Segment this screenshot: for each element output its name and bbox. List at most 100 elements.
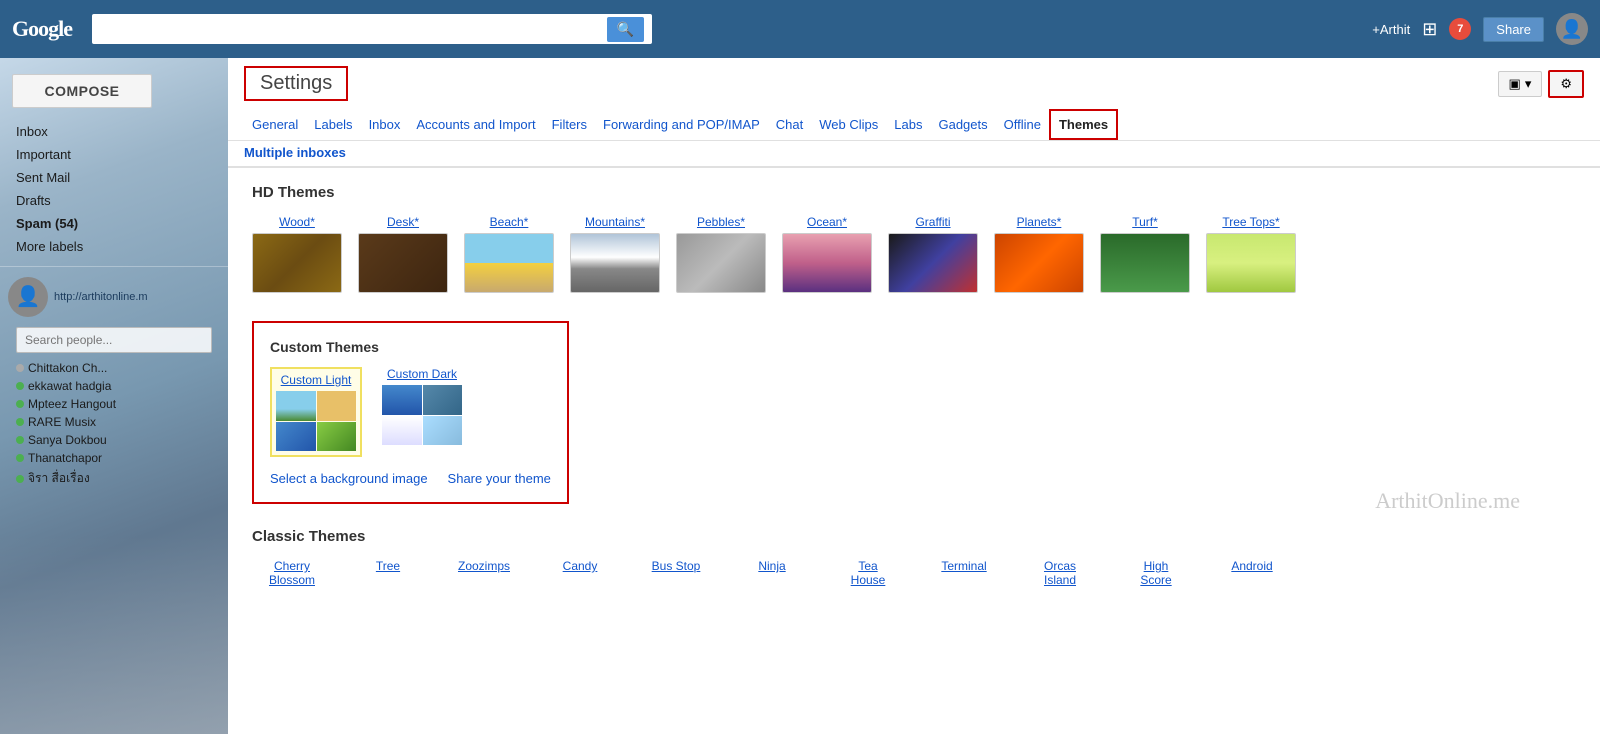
avatar[interactable]: 👤	[1556, 13, 1588, 45]
share-button[interactable]: Share	[1483, 17, 1544, 42]
classic-cherry-label: CherryBlossom	[269, 559, 315, 587]
theme-desk-thumb	[358, 233, 448, 293]
theme-wood[interactable]: Wood*	[252, 215, 342, 293]
notification-badge[interactable]: 7	[1449, 18, 1471, 40]
hd-themes-grid: Wood* Desk* Beach* Mountains* Pebbles*	[252, 215, 1576, 293]
search-input[interactable]	[100, 21, 601, 37]
tab-chat[interactable]: Chat	[768, 109, 811, 140]
classic-theme-teahouse[interactable]: TeaHouse	[828, 559, 908, 587]
theme-treetops-label: Tree Tops*	[1222, 215, 1279, 229]
theme-custom-light[interactable]: Custom Light	[270, 367, 362, 457]
sidebar-item-important[interactable]: Important	[0, 143, 228, 166]
classic-ninja-label: Ninja	[758, 559, 785, 573]
watermark: ArthitOnline.me	[1375, 488, 1520, 514]
google-bar: Google 🔍 +Arthit ⊞ 7 Share 👤	[0, 0, 1600, 58]
custom-light-label: Custom Light	[281, 373, 352, 387]
sidebar: COMPOSE Inbox Important Sent Mail Drafts…	[0, 58, 228, 734]
grid-icon[interactable]: ⊞	[1422, 19, 1437, 40]
theme-mountains[interactable]: Mountains*	[570, 215, 660, 293]
select-background-link[interactable]: Select a background image	[270, 471, 428, 486]
chevron-down-icon: ▾	[1525, 76, 1532, 92]
theme-graffiti[interactable]: Graffiti	[888, 215, 978, 293]
classic-theme-terminal[interactable]: Terminal	[924, 559, 1004, 587]
theme-mountains-label: Mountains*	[585, 215, 645, 229]
theme-desk-label: Desk*	[387, 215, 419, 229]
settings-title-bar: Settings ▣ ▾ ⚙	[228, 58, 1600, 109]
theme-wood-thumb	[252, 233, 342, 293]
classic-busstop-label: Bus Stop	[652, 559, 701, 573]
classic-theme-zoozimps[interactable]: Zoozimps	[444, 559, 524, 587]
theme-planets[interactable]: Planets*	[994, 215, 1084, 293]
tab-labels[interactable]: Labels	[306, 109, 360, 140]
theme-beach-thumb	[464, 233, 554, 293]
sidebar-item-spam[interactable]: Spam (54)	[0, 212, 228, 235]
contact-item: RARE Musix	[16, 413, 212, 431]
contact-url: http://arthitonline.m	[54, 289, 148, 305]
settings-header: Settings ▣ ▾ ⚙ General Labels Inbox Ac	[228, 58, 1600, 168]
share-theme-link[interactable]: Share your theme	[448, 471, 551, 486]
custom-themes-box: Custom Themes Custom Light	[252, 321, 569, 504]
sidebar-item-drafts[interactable]: Drafts	[0, 189, 228, 212]
search-people-input[interactable]	[16, 327, 212, 353]
classic-theme-cherry[interactable]: CherryBlossom	[252, 559, 332, 587]
theme-pebbles[interactable]: Pebbles*	[676, 215, 766, 293]
main-layout: COMPOSE Inbox Important Sent Mail Drafts…	[0, 58, 1600, 734]
google-logo: Google	[12, 16, 72, 42]
classic-theme-android[interactable]: Android	[1212, 559, 1292, 587]
sidebar-nav: Inbox Important Sent Mail Drafts Spam (5…	[0, 120, 228, 258]
classic-theme-highscore[interactable]: HighScore	[1116, 559, 1196, 587]
theme-turf-thumb	[1100, 233, 1190, 293]
tab-forwarding[interactable]: Forwarding and POP/IMAP	[595, 109, 768, 140]
theme-ocean-thumb	[782, 233, 872, 293]
status-dot	[16, 364, 24, 372]
sidebar-content: COMPOSE Inbox Important Sent Mail Drafts…	[0, 58, 228, 498]
sidebar-item-sent[interactable]: Sent Mail	[0, 166, 228, 189]
tab-gadgets[interactable]: Gadgets	[930, 109, 995, 140]
sidebar-item-inbox[interactable]: Inbox	[0, 120, 228, 143]
classic-candy-label: Candy	[563, 559, 598, 573]
hd-themes-title: HD Themes	[252, 184, 1576, 201]
classic-themes-title: Classic Themes	[252, 528, 1576, 545]
tab-webclips[interactable]: Web Clips	[811, 109, 886, 140]
classic-tree-label: Tree	[376, 559, 400, 573]
gear-icon: ⚙	[1560, 76, 1572, 92]
compose-button[interactable]: COMPOSE	[12, 74, 152, 108]
theme-graffiti-thumb	[888, 233, 978, 293]
theme-desk[interactable]: Desk*	[358, 215, 448, 293]
theme-custom-dark[interactable]: Custom Dark	[382, 367, 462, 457]
tab-inbox[interactable]: Inbox	[361, 109, 409, 140]
gear-settings-button[interactable]: ⚙	[1548, 70, 1584, 98]
theme-ocean[interactable]: Ocean*	[782, 215, 872, 293]
contact-name: RARE Musix	[28, 415, 96, 429]
user-name[interactable]: +Arthit	[1372, 22, 1410, 37]
classic-theme-orcas[interactable]: OrcasIsland	[1020, 559, 1100, 587]
sidebar-item-more[interactable]: More labels	[0, 235, 228, 258]
status-dot	[16, 400, 24, 408]
theme-treetops[interactable]: Tree Tops*	[1206, 215, 1296, 293]
search-button[interactable]: 🔍	[607, 17, 644, 42]
theme-turf[interactable]: Turf*	[1100, 215, 1190, 293]
tab-filters[interactable]: Filters	[544, 109, 595, 140]
theme-graffiti-label: Graffiti	[915, 215, 950, 229]
tab-labs[interactable]: Labs	[886, 109, 930, 140]
contact-name: Mpteez Hangout	[28, 397, 116, 411]
custom-dark-label: Custom Dark	[387, 367, 457, 381]
classic-theme-tree[interactable]: Tree	[348, 559, 428, 587]
view-toggle-button[interactable]: ▣ ▾	[1498, 71, 1543, 97]
theme-beach[interactable]: Beach*	[464, 215, 554, 293]
tab-multiple-inboxes[interactable]: Multiple inboxes	[244, 145, 346, 160]
settings-title[interactable]: Settings	[244, 66, 348, 101]
tab-themes[interactable]: Themes	[1049, 109, 1118, 140]
classic-theme-busstop[interactable]: Bus Stop	[636, 559, 716, 587]
classic-theme-ninja[interactable]: Ninja	[732, 559, 812, 587]
classic-highscore-label: HighScore	[1140, 559, 1171, 587]
classic-teahouse-label: TeaHouse	[851, 559, 886, 587]
status-dot	[16, 475, 24, 483]
status-dot	[16, 454, 24, 462]
theme-turf-label: Turf*	[1132, 215, 1158, 229]
tab-general[interactable]: General	[244, 109, 306, 140]
tab-accounts[interactable]: Accounts and Import	[408, 109, 543, 140]
tab-offline[interactable]: Offline	[996, 109, 1049, 140]
classic-theme-candy[interactable]: Candy	[540, 559, 620, 587]
contact-list: Chittakon Ch... ekkawat hadgia Mpteez Ha…	[8, 359, 220, 490]
